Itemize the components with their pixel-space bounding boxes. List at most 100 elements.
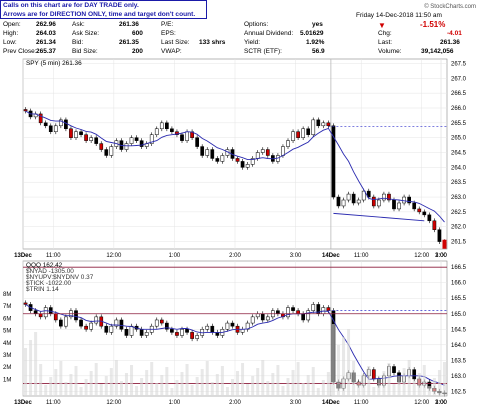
volume-bar — [190, 385, 194, 396]
volume-bar — [417, 373, 421, 396]
volume-bar — [331, 324, 335, 396]
volume-bar — [180, 372, 184, 396]
volume-bar — [377, 379, 381, 396]
volume-tick-label: 7M — [3, 304, 11, 310]
candle-body — [311, 304, 316, 311]
candle-body — [286, 307, 290, 318]
volume-bar — [246, 384, 250, 396]
candle-body — [210, 325, 215, 333]
candle-body — [371, 369, 376, 380]
x-tick-label: 3:00 — [290, 400, 302, 406]
volume-bar — [39, 364, 43, 396]
volume-bar — [145, 370, 149, 396]
candle-body — [104, 325, 109, 333]
volume-bar — [281, 386, 285, 396]
candle-body — [38, 313, 43, 318]
prev-close-value: 265.37 — [36, 48, 56, 55]
candle-body — [185, 329, 189, 333]
dividend-value: 5.01629 — [300, 30, 324, 37]
x-tick-label: 12:00 — [414, 400, 430, 406]
volume-bar — [150, 362, 154, 396]
volume-bar — [336, 345, 340, 396]
volume-bar — [367, 366, 371, 396]
y-tick-label: 261.5 — [451, 240, 467, 246]
volume-bar — [321, 380, 325, 396]
volume-bar — [195, 377, 199, 396]
volume-bar — [427, 386, 431, 396]
chg-value: -4.01 — [447, 30, 462, 37]
volume-bar — [104, 376, 108, 396]
volume-bar — [165, 367, 169, 396]
volume-bar — [286, 378, 290, 396]
y-tick-label: 264.5 — [451, 151, 467, 157]
y-tick-label: 166.0 — [451, 281, 467, 287]
volume-bar — [140, 378, 144, 396]
candle-body — [170, 128, 174, 132]
volume-bar — [261, 360, 265, 396]
volume-bar — [442, 362, 446, 396]
volume-label: Volume: — [378, 48, 402, 55]
high-label: High: — [3, 30, 19, 37]
candle-body — [129, 137, 134, 144]
candle-body — [154, 319, 159, 327]
candle-body — [392, 366, 396, 373]
candle-body — [124, 143, 129, 150]
candle-body — [245, 164, 250, 168]
candle-body — [144, 332, 149, 336]
candle-body — [84, 325, 88, 330]
candle-body — [43, 122, 48, 127]
candle-body — [139, 140, 144, 147]
bid-value: 261.35 — [119, 39, 139, 46]
candle-body — [255, 313, 260, 318]
candle-body — [240, 161, 245, 168]
candle-body — [205, 325, 210, 330]
volume-tick-label: 6M — [3, 316, 11, 322]
volume-bar — [94, 363, 98, 396]
volume-bar — [155, 383, 159, 396]
candle-body — [407, 196, 411, 204]
candle-body — [79, 319, 83, 327]
volume-bar — [225, 387, 229, 396]
volume-bar — [422, 365, 426, 396]
candle-body — [69, 128, 73, 138]
volume-bar — [210, 382, 214, 396]
notice-line-2: Arrows are for DIRECTION ONLY, time and … — [3, 11, 196, 18]
candle-body — [437, 229, 442, 242]
trin-overlay: $TRIN 1.14 — [26, 286, 59, 293]
candle-body — [33, 310, 38, 315]
volume-bar — [412, 381, 416, 396]
y-tick-label: 163.0 — [451, 374, 467, 380]
candle-body — [210, 149, 215, 159]
candle-body — [99, 143, 104, 150]
volume-bar — [382, 371, 386, 396]
candle-body — [64, 119, 68, 130]
volume-bar — [130, 365, 134, 396]
candle-body — [220, 155, 225, 162]
y-tick-label: 164.0 — [451, 343, 467, 349]
quote-date: Friday 14-Dec-2018 11:50 am — [356, 12, 442, 19]
volume-bar — [119, 381, 123, 396]
volume-bar — [352, 361, 356, 396]
volume-bar — [407, 360, 411, 396]
candle-body — [124, 329, 129, 336]
volume-bar — [49, 377, 53, 396]
y-tick-label: 263.0 — [451, 195, 467, 201]
watermark: © StockCharts.com — [424, 4, 476, 10]
candle-body — [356, 199, 361, 204]
candle-body — [230, 322, 235, 327]
candle-body — [422, 211, 427, 216]
volume-bar — [64, 382, 68, 396]
candle-body — [265, 316, 270, 321]
volume-bar — [256, 368, 260, 396]
volume-bar — [24, 348, 28, 396]
candle-body — [94, 316, 99, 324]
candle-body — [195, 137, 199, 147]
candle-body — [195, 335, 199, 339]
candle-body — [185, 131, 189, 141]
volume-bar — [114, 360, 118, 396]
x-tick-label: 13Dec — [14, 400, 32, 406]
volume-bar — [372, 387, 376, 396]
volume-bar — [89, 371, 93, 396]
volume-bar — [135, 386, 139, 396]
open-label: Open: — [3, 21, 21, 28]
